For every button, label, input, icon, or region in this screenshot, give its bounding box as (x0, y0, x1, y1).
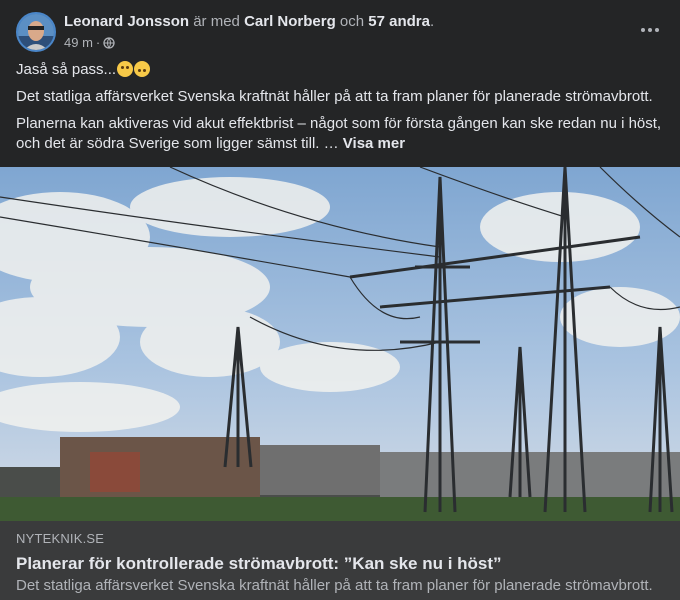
link-preview-image[interactable] (0, 167, 680, 521)
upside-down-emoji (134, 61, 151, 77)
post-text-line-2: Det statliga affärsverket Svenska kraftn… (16, 88, 653, 105)
smirk-emoji (117, 61, 134, 77)
link-title[interactable]: Planerar för kontrollerade strömavbrott:… (16, 553, 664, 575)
tagged-name[interactable]: Carl Norberg (244, 13, 336, 30)
and-text: och (339, 13, 365, 30)
link-preview-card[interactable]: NYTEKNIK.SE Planerar för kontrollerade s… (0, 521, 680, 600)
avatar-image (18, 14, 54, 50)
post-meta: 49 m · (64, 35, 115, 51)
post-time[interactable]: 49 m (64, 35, 93, 51)
post-text: Jaså så pass... Det statliga affärsverke… (16, 60, 664, 161)
globe-icon (103, 37, 115, 49)
with-text: är med (193, 13, 240, 30)
facebook-post: Leonard Jonsson är med Carl Norberg och … (0, 0, 680, 600)
author-avatar[interactable] (16, 12, 56, 52)
others-link[interactable]: 57 andra (368, 13, 430, 30)
more-options-button[interactable] (636, 18, 664, 42)
post-text-line-3: Planerna kan aktiveras vid akut effektbr… (16, 114, 664, 154)
author-line: Leonard Jonsson är med Carl Norberg och … (64, 13, 434, 31)
link-domain: NYTEKNIK.SE (16, 531, 105, 546)
period: . (429, 13, 435, 30)
link-description: Det statliga affärsverket Svenska kraftn… (16, 577, 653, 594)
post-text-body: Planerna kan aktiveras vid akut effektbr… (16, 115, 662, 152)
see-more-link[interactable]: Visa mer (343, 135, 405, 152)
meta-separator: · (95, 35, 101, 50)
author-name[interactable]: Leonard Jonsson (64, 13, 189, 30)
more-icon (641, 28, 645, 32)
post-text-line-1: Jaså så pass... (16, 60, 664, 80)
post-text-intro: Jaså så pass... (16, 61, 117, 78)
post-header: Leonard Jonsson är med Carl Norberg och … (16, 12, 664, 52)
